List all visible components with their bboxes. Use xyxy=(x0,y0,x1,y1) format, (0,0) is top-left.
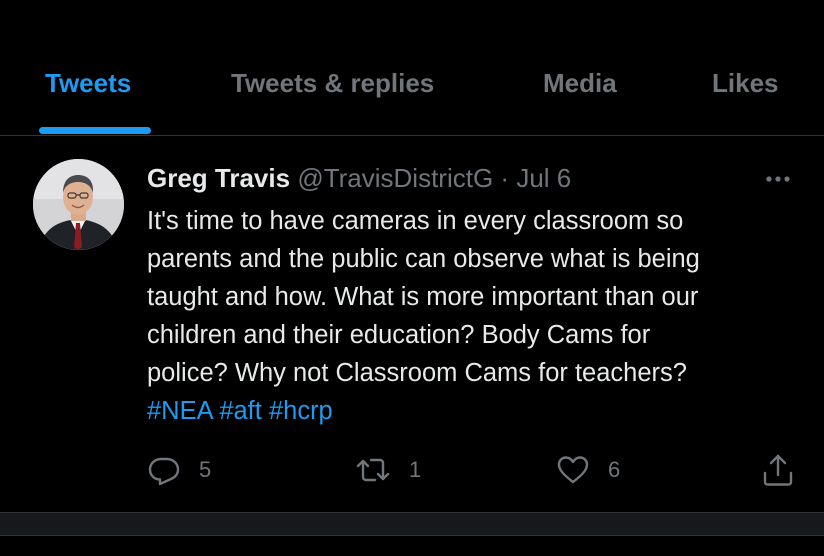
tweet-date[interactable]: Jul 6 xyxy=(516,163,571,193)
profile-tabs: Tweets Tweets & replies Media Likes xyxy=(0,0,824,136)
tab-tweets-and-replies[interactable]: Tweets & replies xyxy=(231,68,434,99)
share-icon xyxy=(763,454,793,486)
separator-dot: · xyxy=(500,163,510,193)
tab-tweets[interactable]: Tweets xyxy=(45,68,131,99)
tweet[interactable]: Greg Travis @TravisDistrictG · Jul 6 It'… xyxy=(0,136,824,510)
reply-count: 5 xyxy=(199,457,212,482)
tweet-text-line: police? Why not Classroom Cams for teach… xyxy=(147,359,687,387)
hashtag-nea[interactable]: #NEA xyxy=(147,397,212,425)
tweet-text-line: children and their education? Body Cams … xyxy=(147,321,651,349)
retweet-count: 1 xyxy=(409,457,422,482)
timeline-divider xyxy=(0,512,824,536)
retweet-button[interactable]: 1 xyxy=(355,452,421,488)
avatar-image xyxy=(33,159,124,250)
heart-icon xyxy=(557,456,589,484)
hashtag-aft[interactable]: #aft xyxy=(219,397,262,425)
author-handle[interactable]: @TravisDistrictG xyxy=(297,163,493,193)
like-count: 6 xyxy=(608,457,621,482)
retweet-icon xyxy=(356,458,390,482)
author-name[interactable]: Greg Travis xyxy=(147,163,290,193)
active-tab-indicator xyxy=(39,127,151,134)
avatar[interactable] xyxy=(33,159,124,250)
reply-button[interactable]: 5 xyxy=(147,452,211,488)
tab-media[interactable]: Media xyxy=(543,68,617,99)
tweet-text-line: taught and how. What is more important t… xyxy=(147,283,699,311)
hashtags-line: #NEA #aft #hcrp xyxy=(147,392,797,430)
share-button[interactable] xyxy=(761,452,795,488)
more-options-button[interactable] xyxy=(760,164,800,194)
tab-likes[interactable]: Likes xyxy=(712,68,779,99)
like-button[interactable]: 6 xyxy=(556,452,620,488)
more-horizontal-icon xyxy=(766,176,790,182)
profile-timeline: Tweets Tweets & replies Media Likes Greg… xyxy=(0,0,824,556)
tweet-text-line: parents and the public can observe what … xyxy=(147,245,700,273)
tweet-header: Greg Travis @TravisDistrictG · Jul 6 xyxy=(147,162,571,194)
reply-icon xyxy=(148,457,180,486)
tweet-text: It's time to have cameras in every class… xyxy=(147,202,797,430)
hashtag-hcrp[interactable]: #hcrp xyxy=(269,397,333,425)
tweet-text-line: It's time to have cameras in every class… xyxy=(147,207,684,235)
